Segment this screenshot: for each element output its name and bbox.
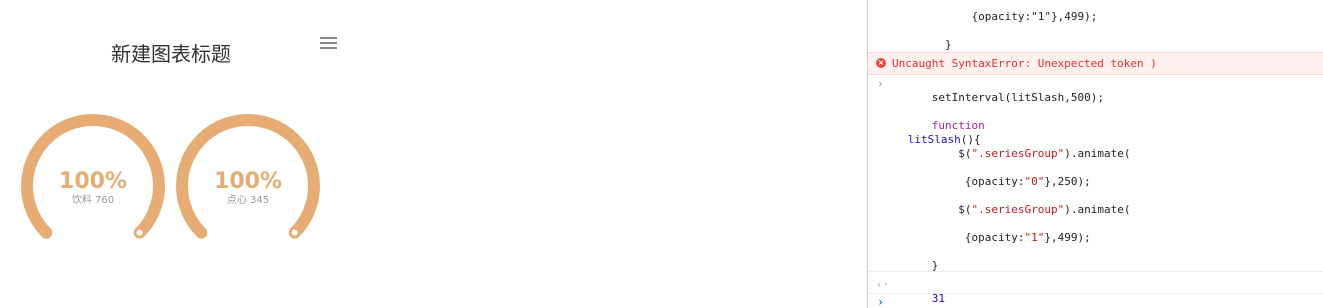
code-string: ".seriesGroup" xyxy=(971,203,1065,216)
code-text: },250); xyxy=(1044,175,1091,188)
gauge-drinks: 100% 饮料 760 xyxy=(21,114,165,239)
code-text: $( xyxy=(931,147,972,160)
code-text: {opacity: xyxy=(931,231,1025,244)
code-text: ).animate( xyxy=(1064,203,1131,216)
code-text: } xyxy=(931,38,952,51)
gauge-label: 饮料 760 xyxy=(72,193,114,206)
code-keyword: function xyxy=(931,119,985,132)
gauge-end-cap xyxy=(289,227,300,238)
gauge-end-cap xyxy=(134,227,145,238)
code-string: "0" xyxy=(1024,175,1045,188)
divider xyxy=(868,271,1323,272)
gauges-svg: 100% 饮料 760 100% 点心 345 xyxy=(21,114,320,239)
page: 新建图表标题 100% 饮料 760 100% 点心 345 {opacity:… xyxy=(0,0,1323,308)
code-text: {opacity: xyxy=(931,175,1025,188)
console-error-row[interactable]: × Uncaught SyntaxError: Unexpected token… xyxy=(868,52,1323,75)
code-text: $( xyxy=(931,203,972,216)
code-string: ".seriesGroup" xyxy=(971,147,1065,160)
gauge-value: 100% xyxy=(59,169,127,194)
chart-area: 新建图表标题 100% 饮料 760 100% 点心 345 xyxy=(0,0,867,308)
code-string: "1" xyxy=(1024,231,1045,244)
code-text: ).animate( xyxy=(1064,147,1131,160)
code-text: },499); xyxy=(1044,231,1091,244)
code-text: setInterval(litSlash,500); xyxy=(931,91,1104,104)
error-x-icon: × xyxy=(876,58,886,68)
divider xyxy=(868,293,1323,294)
gauge-value: 100% xyxy=(214,169,282,194)
error-message: Uncaught SyntaxError: Unexpected token ) xyxy=(892,57,1157,70)
gauge-snacks: 100% 点心 345 xyxy=(176,114,320,239)
code-text: {opacity:"1"},499); xyxy=(931,10,1098,23)
console-input-prompt-icon[interactable]: › xyxy=(877,295,884,308)
devtools-console: {opacity:"1"},499); } × Uncaught SyntaxE… xyxy=(867,0,1323,308)
gauge-label: 点心 345 xyxy=(227,194,269,206)
